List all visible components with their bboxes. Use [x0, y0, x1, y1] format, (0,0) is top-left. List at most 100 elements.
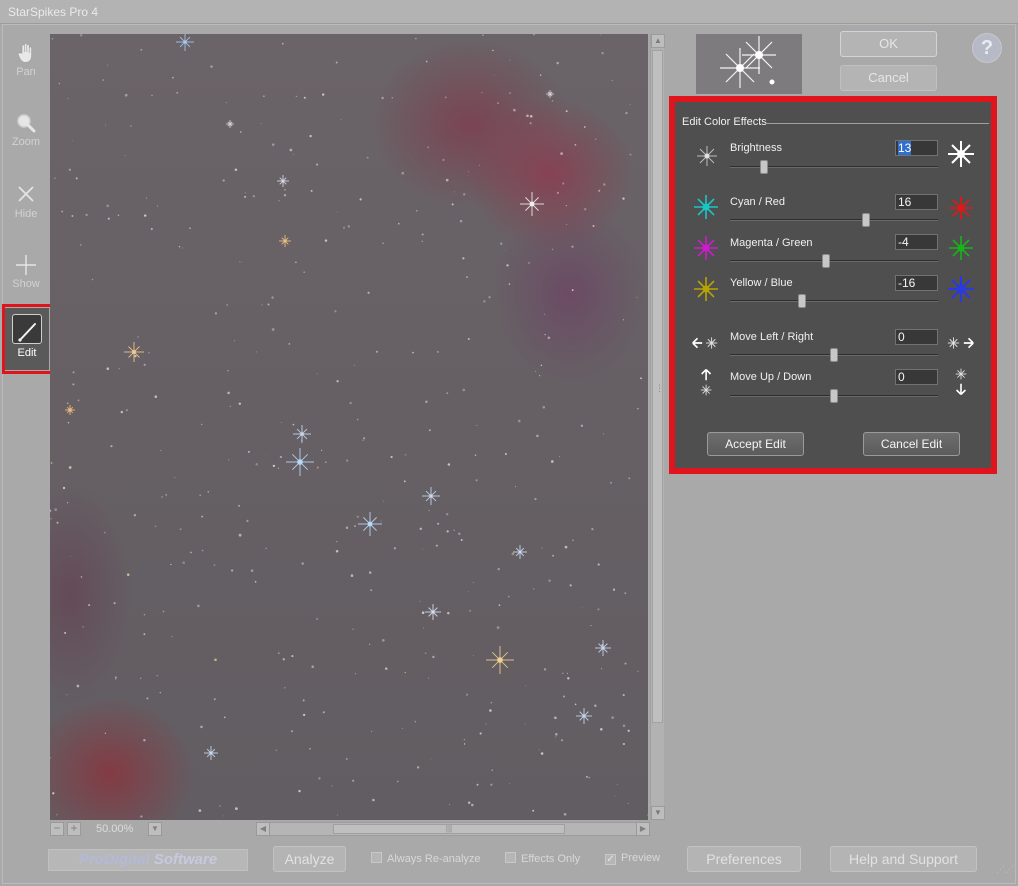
background-star	[154, 525, 157, 528]
always-reanalyze-box[interactable]	[371, 852, 382, 863]
background-star	[260, 123, 262, 125]
cancel-button[interactable]: Cancel	[840, 65, 937, 91]
background-star	[76, 684, 80, 688]
cyan-red-slider[interactable]	[730, 213, 938, 227]
background-star	[146, 197, 148, 199]
tool-zoom[interactable]: Zoom	[4, 104, 48, 166]
accept-edit-button[interactable]: Accept Edit	[707, 432, 804, 456]
background-star	[201, 423, 203, 426]
dim-star-icon	[697, 146, 717, 166]
background-star	[463, 739, 465, 741]
zoom-in-button[interactable]: +	[67, 822, 81, 836]
background-star	[548, 579, 551, 582]
tool-pan[interactable]: Pan	[4, 34, 48, 96]
magenta-green-input[interactable]: -4	[895, 234, 938, 250]
background-star	[199, 494, 201, 497]
yellow-blue-input[interactable]: -16	[895, 275, 938, 291]
tool-show[interactable]: Show	[4, 246, 48, 308]
background-star	[524, 723, 526, 725]
yellow-blue-slider[interactable]	[730, 294, 938, 308]
move-up-icon	[700, 368, 712, 396]
background-star	[584, 208, 587, 211]
background-star	[622, 319, 624, 321]
brightness-slider[interactable]	[730, 160, 938, 174]
tool-show-label: Show	[12, 278, 40, 290]
move-left-right-input[interactable]: 0	[895, 329, 938, 345]
background-star	[518, 419, 521, 423]
zoom-out-button[interactable]: −	[50, 822, 64, 836]
cyan-red-slider-knob[interactable]	[862, 213, 870, 227]
background-star	[284, 687, 286, 689]
scroll-left-icon[interactable]: ◀	[256, 822, 270, 836]
scroll-down-icon[interactable]: ▼	[651, 806, 665, 820]
background-star	[213, 564, 216, 566]
effects-only-box[interactable]	[505, 852, 516, 863]
image-preview[interactable]	[50, 34, 648, 820]
background-star	[479, 732, 482, 735]
background-star	[154, 395, 158, 399]
zoom-dropdown-icon[interactable]: ▼	[148, 822, 162, 836]
magenta-green-slider-knob[interactable]	[822, 254, 830, 268]
background-star	[467, 801, 471, 805]
preview-checkbox[interactable]: ✓ Preview	[605, 852, 660, 865]
background-star	[435, 544, 438, 547]
brightness-label: Brightness	[730, 142, 782, 154]
move-up-down-input[interactable]: 0	[895, 369, 938, 385]
brightness-input[interactable]: 13	[895, 140, 938, 156]
background-star	[529, 114, 533, 118]
background-star	[359, 198, 362, 201]
background-star	[271, 143, 275, 146]
background-star	[107, 64, 109, 66]
scroll-up-icon[interactable]: ▲	[651, 34, 665, 48]
cancel-edit-button[interactable]: Cancel Edit	[863, 432, 960, 456]
background-star	[228, 459, 230, 461]
move-up-down-slider[interactable]	[730, 389, 938, 403]
background-star	[246, 519, 249, 523]
background-star	[226, 303, 229, 306]
preferences-button[interactable]: Preferences	[687, 846, 801, 872]
vertical-scrollbar[interactable]: ▲ ▼	[650, 34, 665, 820]
resize-grip-icon[interactable]: ⋰⋰	[996, 864, 1014, 880]
ok-button[interactable]: OK	[840, 31, 937, 57]
always-reanalyze-checkbox[interactable]: Always Re-analyze	[371, 852, 481, 865]
move-left-right-slider-knob[interactable]	[830, 348, 838, 362]
background-star	[437, 522, 440, 525]
background-star	[91, 278, 94, 281]
background-star	[555, 733, 558, 736]
horizontal-scroll-thumb[interactable]: |||	[333, 824, 565, 834]
background-star	[581, 607, 583, 609]
help-and-support-button[interactable]: Help and Support	[830, 846, 977, 872]
move-left-right-slider[interactable]	[730, 348, 938, 362]
background-star	[118, 368, 120, 370]
help-icon[interactable]: ?	[972, 33, 1002, 63]
background-star	[67, 421, 70, 424]
background-star	[82, 626, 84, 628]
magenta-green-slider[interactable]	[730, 254, 938, 268]
background-star	[481, 92, 483, 94]
analyze-button[interactable]: Analyze	[273, 846, 346, 872]
background-star	[540, 364, 543, 367]
brightness-slider-knob[interactable]	[760, 160, 768, 174]
background-star	[463, 743, 466, 745]
move-up-down-slider-knob[interactable]	[830, 389, 838, 403]
splitter-grip-icon[interactable]: ⋮	[655, 383, 664, 394]
tool-pan-label: Pan	[16, 66, 36, 78]
background-star	[636, 296, 638, 298]
background-star	[324, 239, 328, 242]
prodigital-logo: ProDigital Software	[48, 849, 248, 871]
horizontal-scrollbar[interactable]: ◀ ||| ▶	[256, 822, 650, 836]
background-star	[453, 191, 455, 193]
background-star	[416, 766, 420, 769]
cyan-red-input[interactable]: 16	[895, 194, 938, 210]
scroll-right-icon[interactable]: ▶	[636, 822, 650, 836]
background-star	[271, 328, 275, 331]
background-star	[415, 209, 418, 212]
preview-check-icon[interactable]: ✓	[605, 854, 616, 865]
background-star	[125, 409, 128, 412]
effects-only-checkbox[interactable]: Effects Only	[505, 852, 580, 865]
bright-star	[279, 235, 291, 247]
background-star	[201, 549, 204, 552]
yellow-blue-slider-knob[interactable]	[798, 294, 806, 308]
tool-hide[interactable]: Hide	[4, 176, 48, 238]
background-star	[476, 783, 479, 786]
